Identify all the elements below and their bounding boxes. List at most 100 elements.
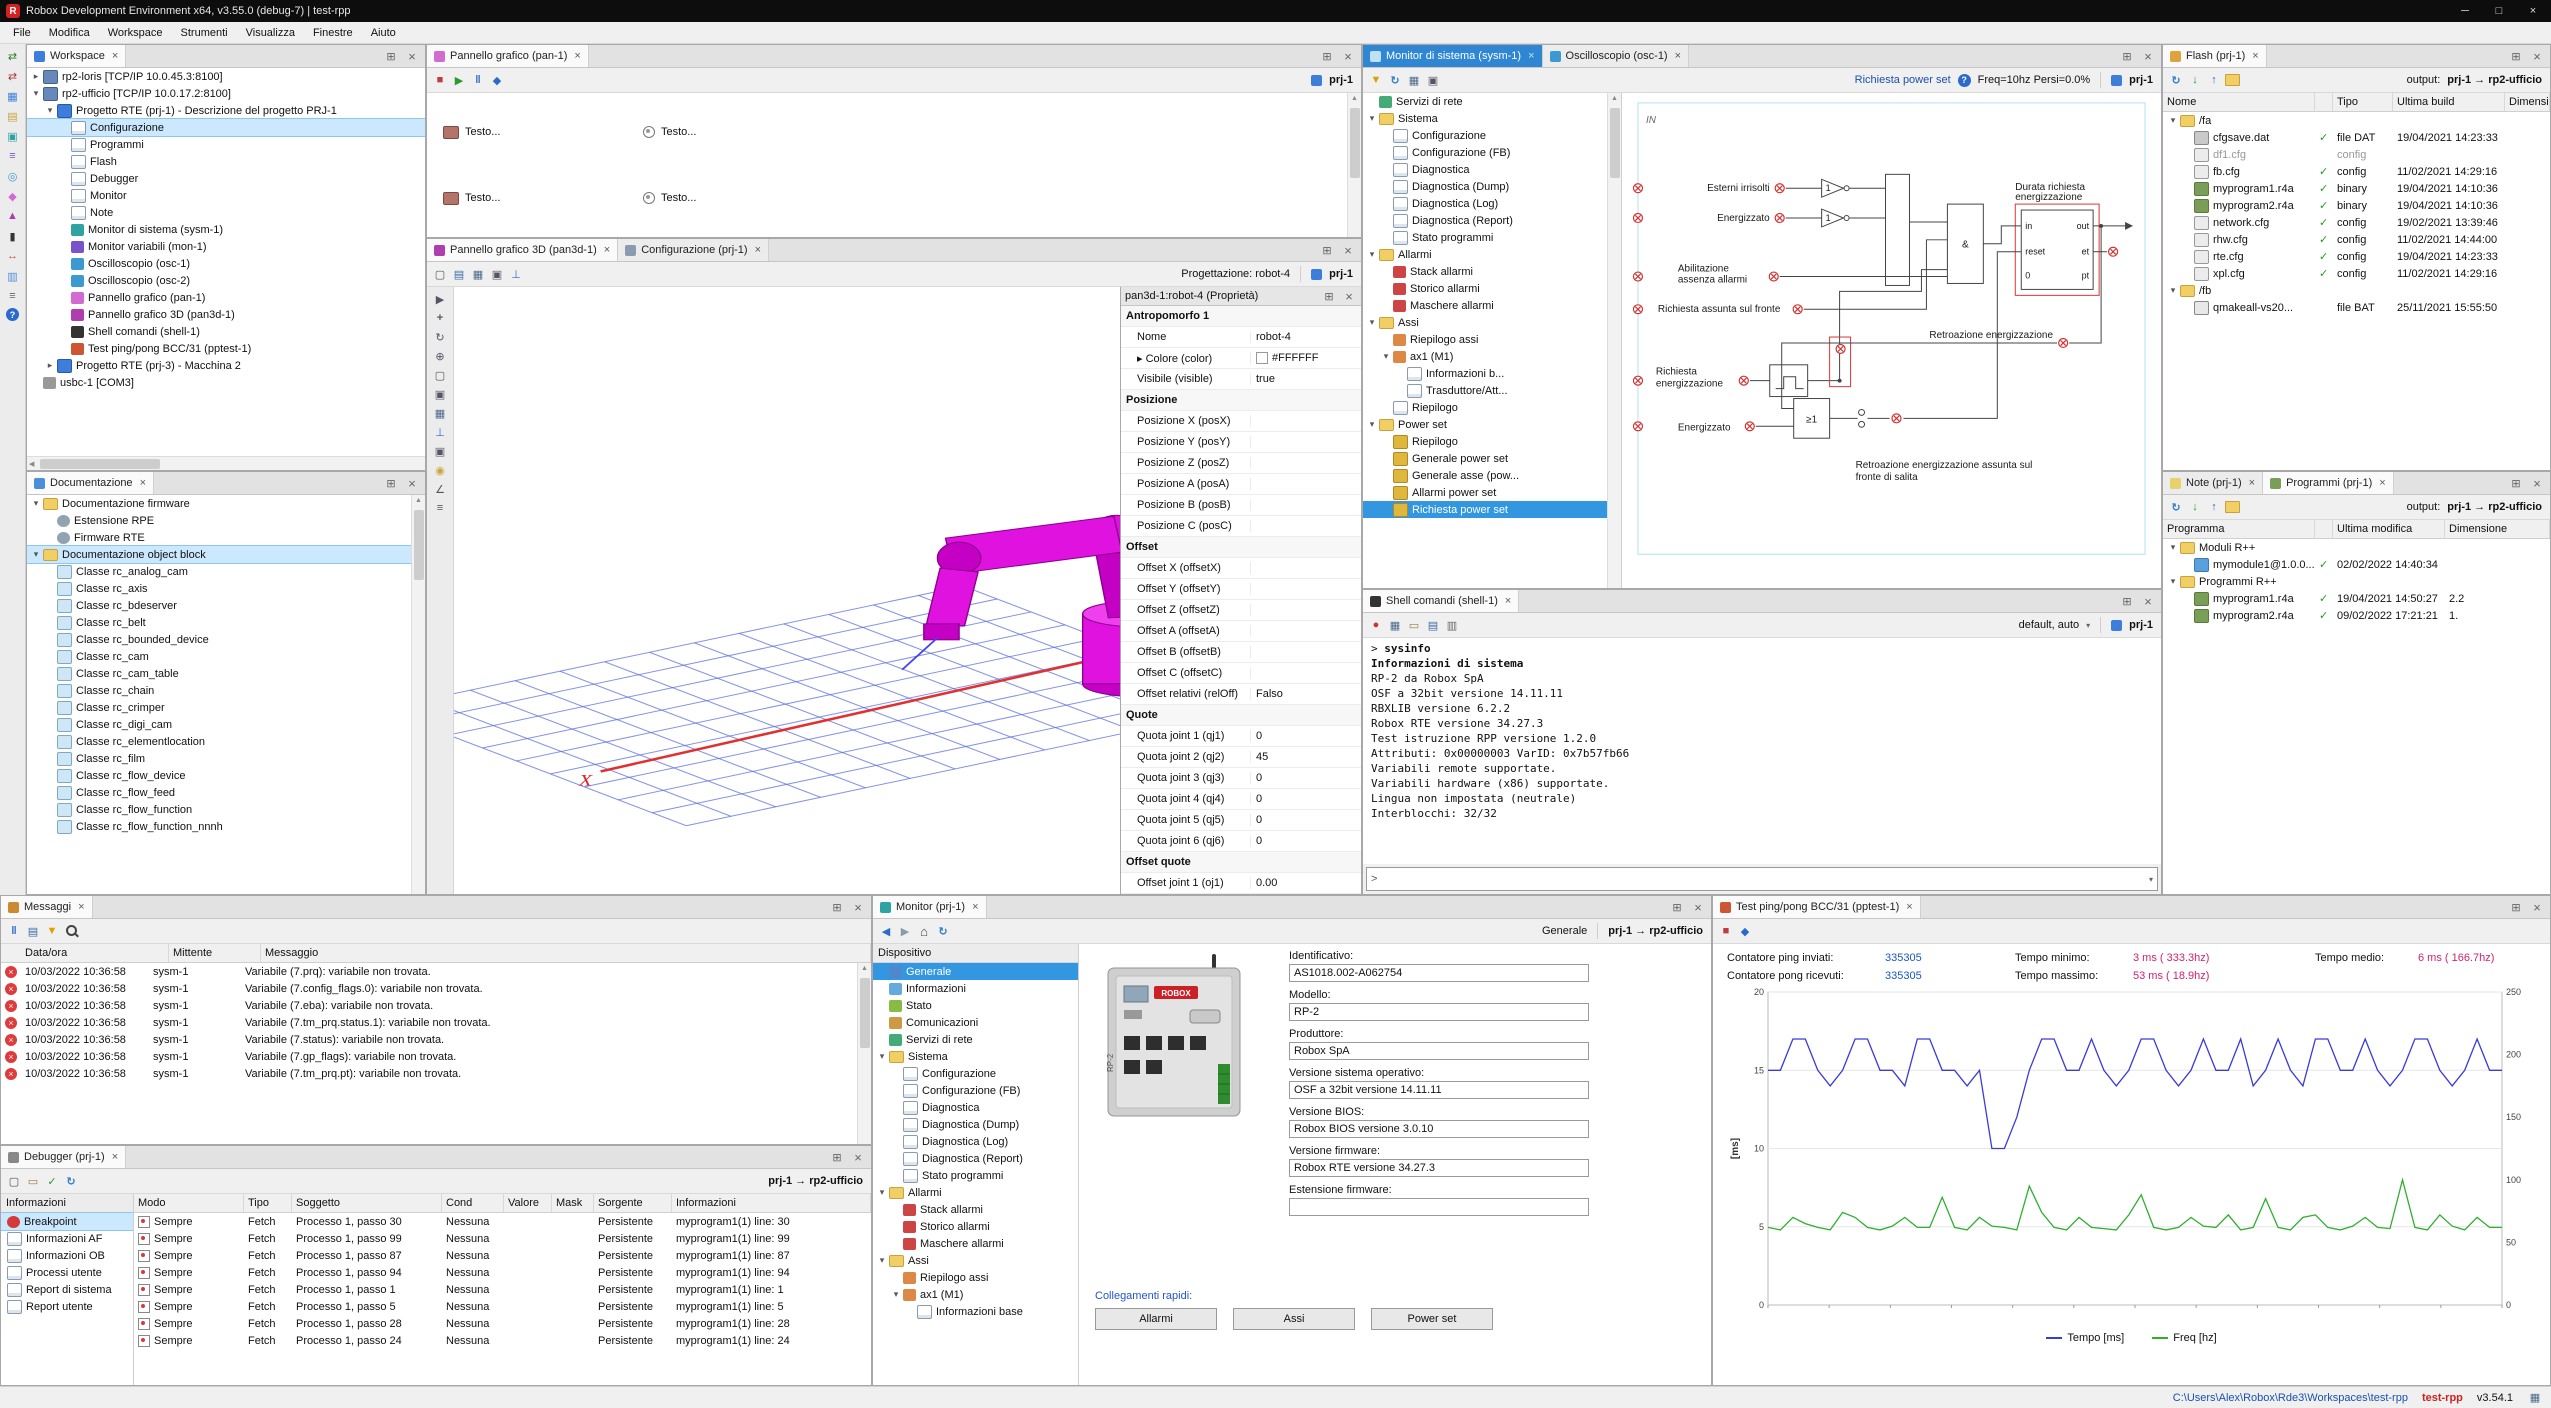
stop-icon[interactable] [432, 72, 448, 88]
pin-icon[interactable] [1319, 48, 1335, 64]
graphic-panel-3d-icon[interactable] [5, 208, 21, 224]
tab-osc-1[interactable]: Oscilloscopio (osc-1) × [1543, 45, 1690, 67]
close-icon[interactable]: × [140, 477, 146, 489]
breakpoint-checkbox-icon[interactable] [138, 1216, 150, 1228]
tree-item[interactable]: Configurazione (FB) [873, 1082, 1078, 1099]
tab-monitor-prj1[interactable]: Monitor (prj-1) × [873, 896, 987, 918]
help-icon[interactable] [6, 308, 19, 321]
close-icon[interactable] [850, 1149, 866, 1165]
property-row[interactable]: Posizione A (posA) [1121, 474, 1361, 495]
shell-output[interactable]: > sysinfoInformazioni di sistemaRP-2 da … [1363, 638, 2161, 864]
property-row[interactable]: Offset Y (offsetY) [1121, 579, 1361, 600]
column-header[interactable]: Programma [2163, 520, 2315, 538]
disconnect-icon[interactable] [5, 68, 21, 84]
field-input[interactable]: RP-2 [1289, 1003, 1589, 1021]
ping-pong-icon[interactable] [5, 248, 21, 264]
save-icon[interactable] [451, 266, 467, 282]
allarmi-button[interactable]: Allarmi [1095, 1308, 1217, 1330]
tab-sysm-1[interactable]: Monitor di sistema (sysm-1) × [1363, 45, 1543, 67]
tab-shell-1[interactable]: Shell comandi (shell-1) × [1363, 590, 1519, 612]
column-header[interactable]: Messaggio [261, 944, 871, 962]
property-section[interactable]: Quote [1121, 705, 1361, 726]
expander-icon[interactable]: ▾ [1366, 317, 1378, 328]
fit-icon[interactable] [432, 386, 448, 402]
expander-icon[interactable]: ▾ [2167, 285, 2179, 296]
column-header[interactable]: Cond [442, 1194, 504, 1212]
tree-item[interactable]: Classe rc_cam_table [27, 665, 425, 682]
pin-icon[interactable] [2119, 593, 2135, 609]
close-window-button[interactable]: × [2521, 5, 2545, 17]
property-value[interactable]: robot-4 [1251, 331, 1361, 343]
tree-item[interactable]: Stato programmi [873, 1167, 1078, 1184]
close-icon[interactable] [404, 475, 420, 491]
menu-visualizza[interactable]: Visualizza [237, 24, 304, 42]
tree-item[interactable]: ▾ax1 (M1) [1363, 348, 1621, 365]
tree-item[interactable]: Configurazione (FB) [1363, 144, 1621, 161]
tree-item[interactable]: Trasduttore/Att... [1363, 382, 1621, 399]
property-row[interactable]: Nomerobot-4 [1121, 327, 1361, 348]
close-icon[interactable] [404, 48, 420, 64]
print-icon[interactable] [1444, 617, 1460, 633]
options-icon[interactable] [5, 288, 21, 304]
up-icon[interactable] [2206, 499, 2222, 515]
tree-item[interactable]: Flash [27, 153, 425, 170]
menu-file[interactable]: File [4, 24, 40, 42]
pin-icon[interactable] [1669, 899, 1685, 915]
tree-item[interactable]: ▾ax1 (M1) [873, 1286, 1078, 1303]
tree-item[interactable]: Configurazione [873, 1065, 1078, 1082]
file-row[interactable]: ▾/fb [2163, 282, 2550, 299]
tree-item[interactable]: Firmware RTE [27, 529, 425, 546]
tree-item[interactable]: Storico allarmi [1363, 280, 1621, 297]
property-row[interactable]: Posizione X (posX) [1121, 411, 1361, 432]
expander-icon[interactable]: ▾ [1366, 249, 1378, 260]
expander-icon[interactable]: ▾ [2167, 542, 2179, 553]
refresh-icon[interactable] [2168, 499, 2184, 515]
tree-item[interactable]: Classe rc_belt [27, 614, 425, 631]
tree-item[interactable]: Estensione RPE [27, 512, 425, 529]
maximize-button[interactable]: □ [2487, 5, 2511, 17]
property-value[interactable]: true [1251, 373, 1361, 385]
tree-item[interactable]: ▾rp2-ufficio [TCP/IP 10.0.17.2:8100] [27, 85, 425, 102]
down-icon[interactable] [2187, 72, 2203, 88]
expander-icon[interactable]: ▾ [30, 498, 42, 509]
column-header[interactable]: Sorgente [594, 1194, 672, 1212]
tree-item[interactable]: Classe rc_flow_function_nnnh [27, 818, 425, 835]
property-row[interactable]: Posizione B (posB) [1121, 495, 1361, 516]
property-value[interactable]: #FFFFFF [1251, 352, 1361, 364]
field-input[interactable]: Robox SpA [1289, 1042, 1589, 1060]
tree-item[interactable]: ▾Documentazione firmware [27, 495, 425, 512]
tree-item[interactable]: Diagnostica (Dump) [873, 1116, 1078, 1133]
vertical-scrollbar[interactable]: ▲ [1607, 93, 1621, 588]
tree-item[interactable]: ▾Power set [1363, 416, 1621, 433]
home-icon[interactable] [916, 923, 932, 939]
tree-item[interactable]: Classe rc_crimper [27, 699, 425, 716]
tree-item[interactable]: Diagnostica [873, 1099, 1078, 1116]
tree-item[interactable]: Configurazione [1363, 127, 1621, 144]
tree-item[interactable]: ▸Progetto RTE (prj-3) - Macchina 2 [27, 357, 425, 374]
shell-icon[interactable] [5, 228, 21, 244]
folder-icon[interactable] [2225, 74, 2240, 86]
tab-note-prj1[interactable]: Note (prj-1) × [2163, 472, 2263, 494]
message-row[interactable]: ×10/03/2022 10:36:58sysm-1Variabile (7.s… [1, 1031, 871, 1048]
tab-pptest-1[interactable]: Test ping/pong BCC/31 (pptest-1) × [1713, 896, 1921, 918]
property-row[interactable]: ▸ Colore (color)#FFFFFF [1121, 348, 1361, 369]
expander-icon[interactable]: ▾ [876, 1051, 888, 1062]
pause-icon[interactable] [6, 923, 22, 939]
property-row[interactable]: Offset B (offsetB) [1121, 642, 1361, 663]
tree-item[interactable]: Classe rc_film [27, 750, 425, 767]
expander-icon[interactable]: ▾ [1366, 419, 1378, 430]
file-row[interactable]: myprogram1.r4a✓19/04/2021 14:50:272.2 [2163, 590, 2550, 607]
oscilloscope-icon[interactable] [5, 168, 21, 184]
rotate-icon[interactable] [432, 329, 448, 345]
tree-item[interactable]: Diagnostica (Log) [1363, 195, 1621, 212]
close-icon[interactable] [2140, 48, 2156, 64]
file-row[interactable]: rte.cfg✓config19/04/2021 14:23:33 [2163, 248, 2550, 265]
filter-icon[interactable] [44, 923, 60, 939]
expander-icon[interactable]: ▾ [890, 1289, 902, 1300]
property-row[interactable]: Posizione C (posC) [1121, 516, 1361, 537]
close-icon[interactable]: × [755, 244, 761, 256]
breakpoint-row[interactable]: SempreFetchProcesso 1, passo 5NessunaPer… [134, 1298, 871, 1315]
field-input[interactable]: Robox RTE versione 34.27.3 [1289, 1159, 1589, 1177]
column-header[interactable]: Dimensione [2505, 93, 2550, 111]
tree-item[interactable]: Stato [873, 997, 1078, 1014]
